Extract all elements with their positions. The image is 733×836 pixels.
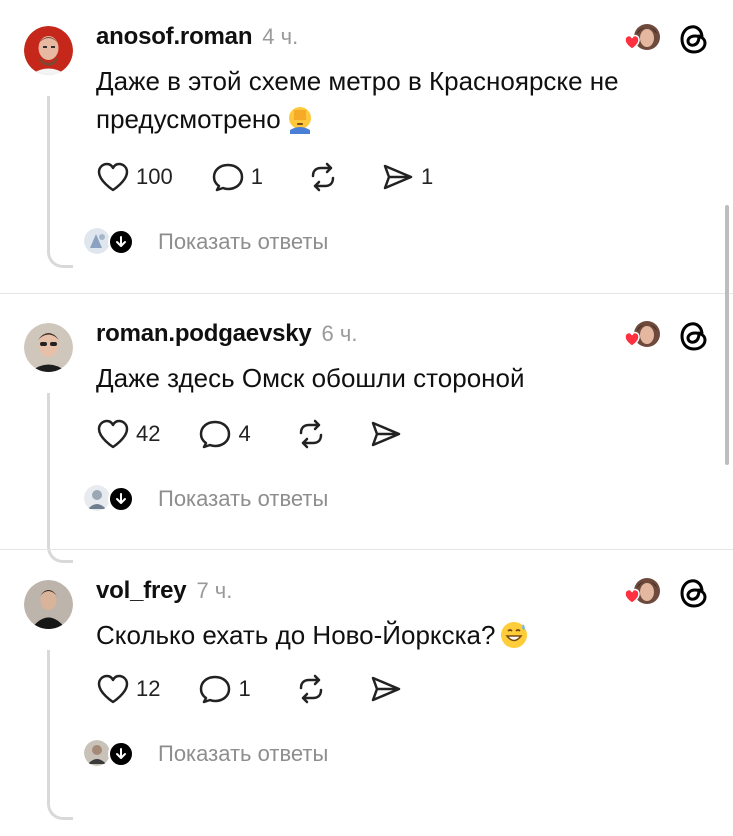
- repost-icon: [311, 162, 335, 192]
- send-icon: [371, 421, 400, 447]
- divider: [0, 549, 733, 550]
- liked-by-author-icon: [619, 574, 665, 620]
- arrow-down-icon: [108, 229, 134, 255]
- username[interactable]: anosof.roman: [96, 23, 252, 51]
- comment-post: anosof.roman 4 ч. Даже в этой схеме метр…: [0, 23, 733, 282]
- repost-icon: [299, 419, 322, 449]
- comment-bubble-icon: [200, 675, 231, 704]
- divider: [0, 293, 733, 294]
- repost-button[interactable]: [295, 419, 327, 449]
- show-replies-label: Показать ответы: [158, 741, 329, 766]
- share-button[interactable]: 1: [381, 162, 433, 192]
- arrow-down-icon: [108, 741, 134, 767]
- thread-line: [47, 96, 73, 268]
- arrow-down-icon: [108, 486, 134, 512]
- post-text-content: Сколько ехать до Ново-Йоркска?: [96, 620, 496, 650]
- like-button[interactable]: 42: [96, 419, 160, 449]
- show-replies-button[interactable]: Показать ответы: [84, 740, 328, 768]
- threads-logo-icon[interactable]: [677, 319, 711, 353]
- face-palm-emoji-icon: [285, 104, 315, 134]
- show-replies-button[interactable]: Показать ответы: [84, 485, 328, 513]
- like-count: 12: [136, 676, 161, 701]
- repost-button[interactable]: [295, 674, 327, 704]
- username[interactable]: roman.podgaevsky: [96, 320, 312, 348]
- comment-post: vol_frey 7 ч. Сколько ехать до Ново-Йорк…: [0, 577, 733, 836]
- post-text: Даже в этой схеме метро в Красноярске не…: [96, 62, 696, 138]
- thread-line: [47, 650, 73, 820]
- post-text-content: Даже в этой схеме метро в Красноярске не…: [96, 66, 619, 134]
- avatar[interactable]: [24, 26, 73, 75]
- show-replies-label: Показать ответы: [158, 486, 329, 511]
- username[interactable]: vol_frey: [96, 577, 187, 605]
- send-icon: [371, 676, 400, 702]
- reply-avatar: [84, 228, 110, 254]
- repost-button[interactable]: [307, 162, 339, 192]
- reply-avatar: [84, 485, 110, 511]
- threads-logo-icon[interactable]: [677, 22, 711, 56]
- avatar[interactable]: [24, 323, 73, 372]
- post-time: 7 ч.: [196, 578, 233, 603]
- avatar[interactable]: [24, 580, 73, 629]
- heart-icon: [97, 674, 129, 704]
- grinning-sweat-emoji-icon: [499, 620, 529, 650]
- comment-count: 4: [238, 421, 251, 446]
- heart-icon: [97, 419, 129, 449]
- post-time: 6 ч.: [321, 321, 358, 346]
- comment-button[interactable]: 4: [198, 419, 251, 449]
- send-icon: [383, 164, 413, 190]
- comment-post: roman.podgaevsky 6 ч. Даже здесь Омск об…: [0, 320, 733, 579]
- share-count: 1: [420, 164, 434, 189]
- thread-line: [47, 393, 73, 563]
- comment-bubble-icon: [212, 163, 243, 192]
- share-button[interactable]: [369, 419, 403, 449]
- show-replies-label: Показать ответы: [158, 229, 329, 254]
- post-text-content: Даже здесь Омск обошли стороной: [96, 363, 525, 393]
- show-replies-button[interactable]: Показать ответы: [84, 228, 328, 256]
- comment-button[interactable]: 1: [211, 162, 263, 192]
- heart-icon: [97, 162, 129, 192]
- post-text: Даже здесь Омск обошли стороной: [96, 359, 696, 397]
- repost-icon: [299, 674, 322, 704]
- reply-avatar: [84, 740, 110, 766]
- share-button[interactable]: [369, 674, 403, 704]
- liked-by-author-icon: [619, 317, 665, 363]
- like-button[interactable]: 100: [96, 162, 173, 192]
- like-count: 42: [136, 421, 161, 446]
- comment-count: 1: [250, 164, 263, 189]
- like-button[interactable]: 12: [96, 674, 160, 704]
- scrollbar[interactable]: [725, 205, 729, 465]
- post-time: 4 ч.: [262, 24, 299, 49]
- comment-count: 1: [238, 676, 251, 701]
- threads-logo-icon[interactable]: [677, 576, 711, 610]
- comment-bubble-icon: [200, 420, 231, 449]
- liked-by-author-icon: [619, 20, 665, 66]
- comment-button[interactable]: 1: [198, 674, 251, 704]
- like-count: 100: [136, 164, 173, 189]
- post-text: Сколько ехать до Ново-Йоркска?: [96, 616, 696, 654]
